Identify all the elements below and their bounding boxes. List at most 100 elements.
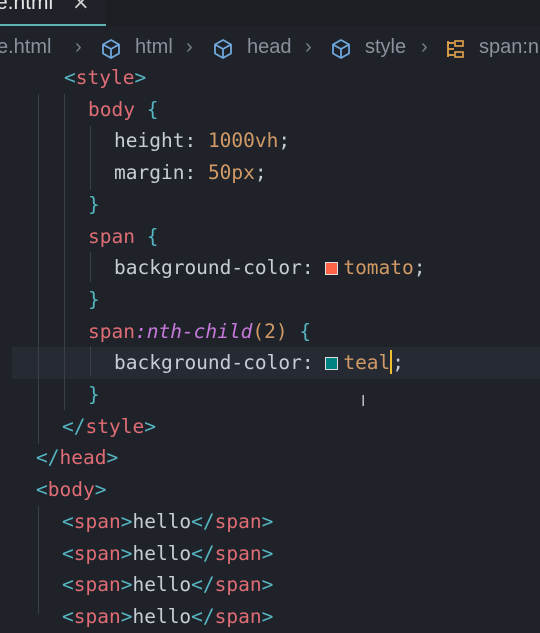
code-text: <span>hello</span> <box>62 506 273 538</box>
code-token: ; <box>278 129 291 153</box>
code-token: > <box>144 414 156 438</box>
code-text: body { <box>88 94 158 126</box>
code-line[interactable]: height: 1000vh; <box>0 125 540 157</box>
code-text: <body> <box>36 474 106 506</box>
code-text: span:nth-child(2) { <box>88 316 311 348</box>
code-line[interactable]: span:nth-child(2) { <box>0 316 540 348</box>
code-line[interactable]: } <box>0 189 540 221</box>
code-token: ; <box>413 256 426 280</box>
code-token: < <box>36 478 48 502</box>
close-icon[interactable]: × <box>72 0 90 14</box>
code-line[interactable]: } <box>0 379 540 411</box>
color-swatch[interactable] <box>325 357 339 371</box>
code-token: > <box>106 446 119 470</box>
cube-icon <box>214 39 232 59</box>
code-text: background-color: tomato; <box>114 252 426 284</box>
code-token: </ <box>191 604 215 628</box>
code-text: <span>hello</span> <box>62 601 273 633</box>
code-line[interactable]: </style> <box>0 411 540 443</box>
code-token: style <box>75 66 135 89</box>
code-token: ; <box>254 161 267 185</box>
code-text: </style> <box>62 411 156 443</box>
code-token: span <box>214 509 262 533</box>
code-token: } <box>88 287 100 311</box>
code-token: > <box>120 573 133 597</box>
code-token: > <box>120 604 133 628</box>
code-token: span <box>214 541 262 565</box>
code-text: <span>hello</span> <box>62 538 273 570</box>
code-text: } <box>88 284 100 316</box>
code-line[interactable]: <span>hello</span> <box>0 538 540 570</box>
tab-file[interactable]: e.html × <box>0 0 106 26</box>
code-token: : <box>184 129 208 153</box>
code-token: :nth-child <box>134 319 253 343</box>
brackets-icon <box>447 40 464 58</box>
code-line[interactable]: span { <box>0 221 540 253</box>
breadcrumb-item-selector[interactable]: span:n <box>479 36 539 59</box>
code-token: </ <box>191 541 215 565</box>
code-token: span <box>88 224 135 248</box>
code-token: height <box>114 129 185 153</box>
code-line[interactable]: background-color: tomato; <box>0 252 540 284</box>
code-token: span <box>73 573 121 597</box>
code-text: height: 1000vh; <box>114 125 290 157</box>
code-token: > <box>261 509 274 533</box>
code-token: head <box>59 446 107 470</box>
code-token: < <box>62 573 74 597</box>
tab-bar: e.html × <box>0 0 540 26</box>
cube-icon <box>332 39 350 59</box>
code-token: 1000vh <box>207 129 279 153</box>
breadcrumb-item-file[interactable]: e.html <box>0 36 51 59</box>
code-line[interactable]: <span>hello</span> <box>0 601 540 633</box>
breadcrumb-item-style[interactable]: style <box>365 36 406 59</box>
code-token: > <box>261 604 274 628</box>
breadcrumb-item-html[interactable]: html <box>135 36 173 59</box>
code-token: </ <box>36 446 60 470</box>
code-token: style <box>85 414 145 438</box>
code-line[interactable]: background-color: teal; <box>12 347 540 380</box>
indent-guide <box>90 126 91 190</box>
code-token: span <box>214 604 262 628</box>
color-swatch[interactable] <box>325 262 339 276</box>
code-token: teal <box>343 351 391 375</box>
code-text: background-color: teal; <box>114 347 404 379</box>
breadcrumb-item-head[interactable]: head <box>247 36 292 59</box>
code-token: > <box>261 573 274 597</box>
breadcrumb-separator: › <box>186 36 193 58</box>
code-token: } <box>88 383 100 406</box>
code-token: span <box>214 573 262 597</box>
code-line[interactable]: margin: 50px; <box>0 157 540 189</box>
breadcrumb-separator: › <box>75 36 82 58</box>
code-token: { <box>299 319 312 343</box>
code-text: <span>hello</span> <box>62 569 273 601</box>
tab-label: e.html <box>0 0 54 14</box>
code-token: background-color <box>114 351 302 375</box>
text-cursor-icon: I <box>361 392 366 410</box>
code-token: > <box>134 66 147 89</box>
code-token: </ <box>62 414 86 438</box>
code-token: background-color <box>114 256 302 280</box>
code-token: span <box>73 604 121 628</box>
code-text: } <box>88 189 100 221</box>
code-token: > <box>120 509 133 533</box>
code-line[interactable]: body { <box>0 94 540 126</box>
code-token: hello <box>132 573 192 597</box>
code-line[interactable]: <style> <box>0 62 540 94</box>
cube-icon <box>102 39 120 59</box>
code-token: body <box>88 97 135 121</box>
code-token: body <box>47 478 95 502</box>
code-line[interactable]: </head> <box>0 442 540 474</box>
code-token: { <box>146 224 159 248</box>
code-token: margin <box>114 161 185 185</box>
indent-guide <box>64 94 65 410</box>
code-line[interactable]: <span>hello</span> <box>0 506 540 538</box>
code-token: span <box>88 319 135 343</box>
code-line[interactable]: <span>hello</span> <box>0 569 540 601</box>
code-token: span <box>73 509 121 533</box>
code-line[interactable]: <body> <box>0 474 540 506</box>
code-token: : <box>301 351 326 375</box>
code-line[interactable]: } <box>0 284 540 316</box>
